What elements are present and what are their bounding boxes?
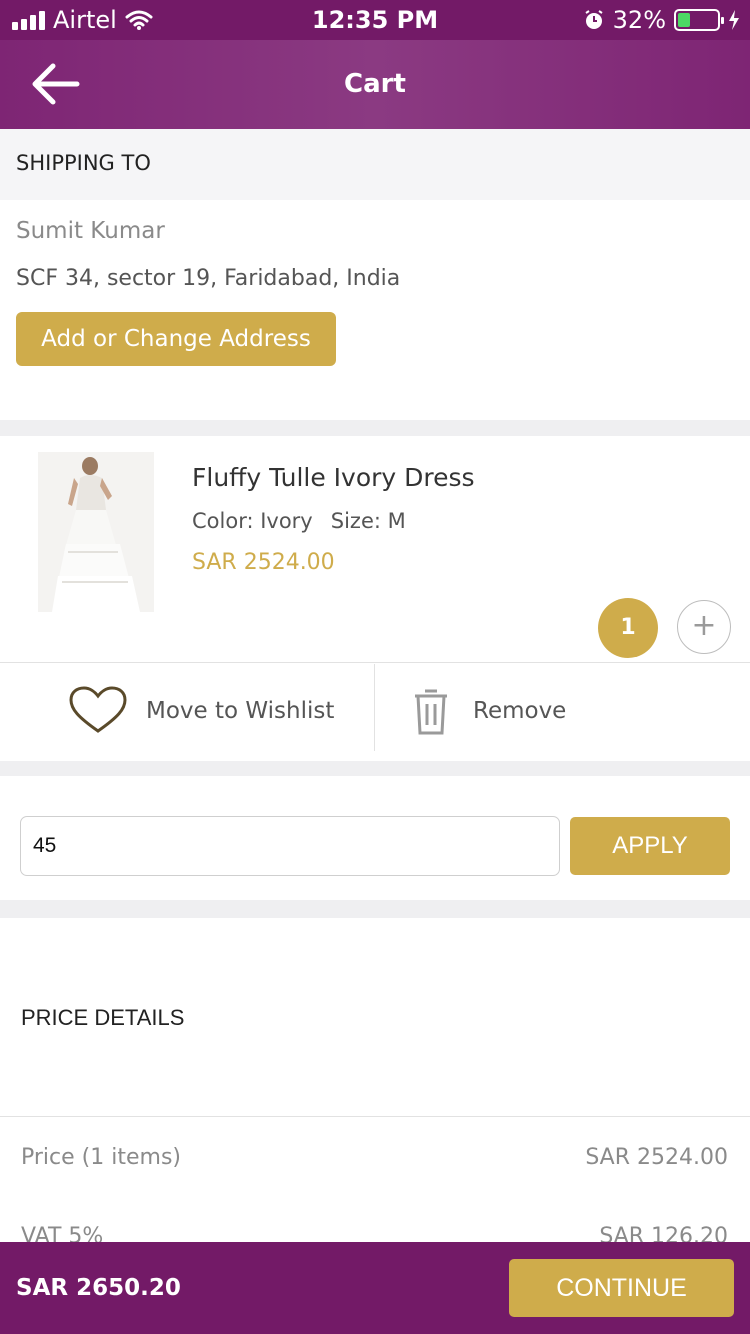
checkout-bar: SAR 2650.20 CONTINUE [0, 1242, 750, 1334]
price-row-value: SAR 2524.00 [585, 1145, 728, 1170]
shipping-name: Sumit Kumar [16, 218, 165, 244]
trash-icon [415, 689, 447, 735]
cart-total: SAR 2650.20 [16, 1275, 181, 1301]
battery-icon [674, 9, 724, 31]
product-image[interactable] [38, 452, 154, 612]
section-divider [0, 420, 750, 436]
app-header: Cart [0, 40, 750, 129]
status-right: 32% [583, 6, 740, 34]
price-details-heading: PRICE DETAILS [21, 1005, 185, 1030]
wishlist-label: Move to Wishlist [146, 698, 335, 724]
charging-icon [729, 10, 739, 30]
change-address-button[interactable]: Add or Change Address [16, 312, 336, 366]
product-size: Size: M [330, 509, 406, 533]
product-name[interactable]: Fluffy Tulle Ivory Dress [192, 463, 475, 492]
product-color: Color: Ivory [192, 509, 313, 533]
heart-icon [69, 686, 127, 733]
price-row-label: Price (1 items) [21, 1145, 181, 1170]
remove-button[interactable]: Remove [375, 663, 750, 761]
move-to-wishlist-button[interactable]: Move to Wishlist [0, 663, 374, 761]
status-bar: Airtel 12:35 PM 32% [0, 0, 750, 40]
coupon-input[interactable] [20, 816, 560, 876]
remove-label: Remove [473, 698, 567, 724]
section-divider [0, 900, 750, 918]
shipping-heading: SHIPPING TO [16, 151, 151, 175]
alarm-icon [585, 10, 603, 29]
section-divider [0, 761, 750, 776]
continue-button[interactable]: CONTINUE [509, 1259, 734, 1317]
product-meta: Color: Ivory Size: M [192, 509, 406, 533]
page-title: Cart [344, 69, 406, 99]
shipping-header: SHIPPING TO [0, 129, 750, 200]
back-arrow-icon [32, 63, 80, 105]
quantity-value: 1 [598, 598, 658, 658]
plus-icon: + [691, 608, 717, 643]
divider [0, 1116, 750, 1117]
shipping-address: SCF 34, sector 19, Faridabad, India [16, 266, 401, 291]
product-price: SAR 2524.00 [192, 550, 335, 575]
apply-coupon-button[interactable]: APPLY [570, 817, 730, 875]
battery-percent: 32% [612, 6, 666, 34]
increase-quantity-button[interactable]: + [677, 600, 731, 654]
back-button[interactable] [26, 54, 86, 114]
